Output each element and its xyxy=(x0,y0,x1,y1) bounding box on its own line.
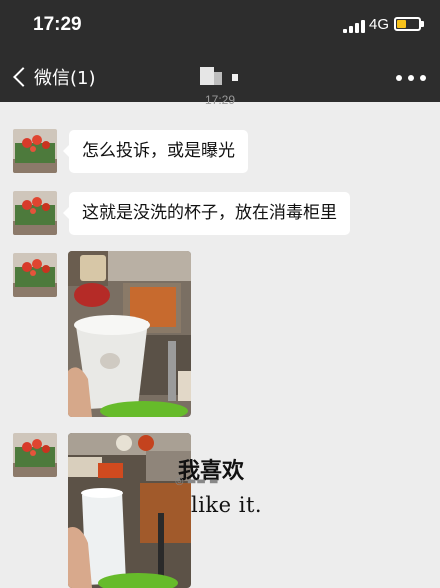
signal-icon xyxy=(343,19,365,33)
image-message[interactable] xyxy=(68,433,191,588)
chevron-left-icon xyxy=(13,67,33,87)
network-label: 4G xyxy=(369,16,390,33)
status-bar: 17:29 4G xyxy=(0,0,440,52)
back-label: 微信(1) xyxy=(34,68,96,89)
more-button[interactable] xyxy=(396,74,426,82)
more-dot xyxy=(396,75,402,81)
message-bubble[interactable]: 这就是没洗的杯子，放在消毒柜里 xyxy=(63,192,350,235)
avatar[interactable] xyxy=(13,191,57,235)
battery-tip xyxy=(421,21,424,27)
chat-timestamp: 17:29 xyxy=(204,93,236,107)
contact-name-redacted xyxy=(196,65,242,87)
avatar[interactable] xyxy=(13,433,57,477)
status-time: 17:29 xyxy=(33,14,82,35)
image-message[interactable] xyxy=(68,251,191,417)
watermark-weibo-icon: ◎ ▬▬ ▬ xyxy=(175,476,219,487)
watermark-subtitle: like it. xyxy=(191,493,263,517)
battery-icon xyxy=(394,17,421,31)
more-dot xyxy=(420,75,426,81)
avatar[interactable] xyxy=(13,129,57,173)
avatar[interactable] xyxy=(13,253,57,297)
more-dot xyxy=(408,75,414,81)
message-bubble[interactable]: 怎么投诉，或是曝光 xyxy=(63,130,248,173)
back-button[interactable]: 微信(1) xyxy=(10,62,96,92)
